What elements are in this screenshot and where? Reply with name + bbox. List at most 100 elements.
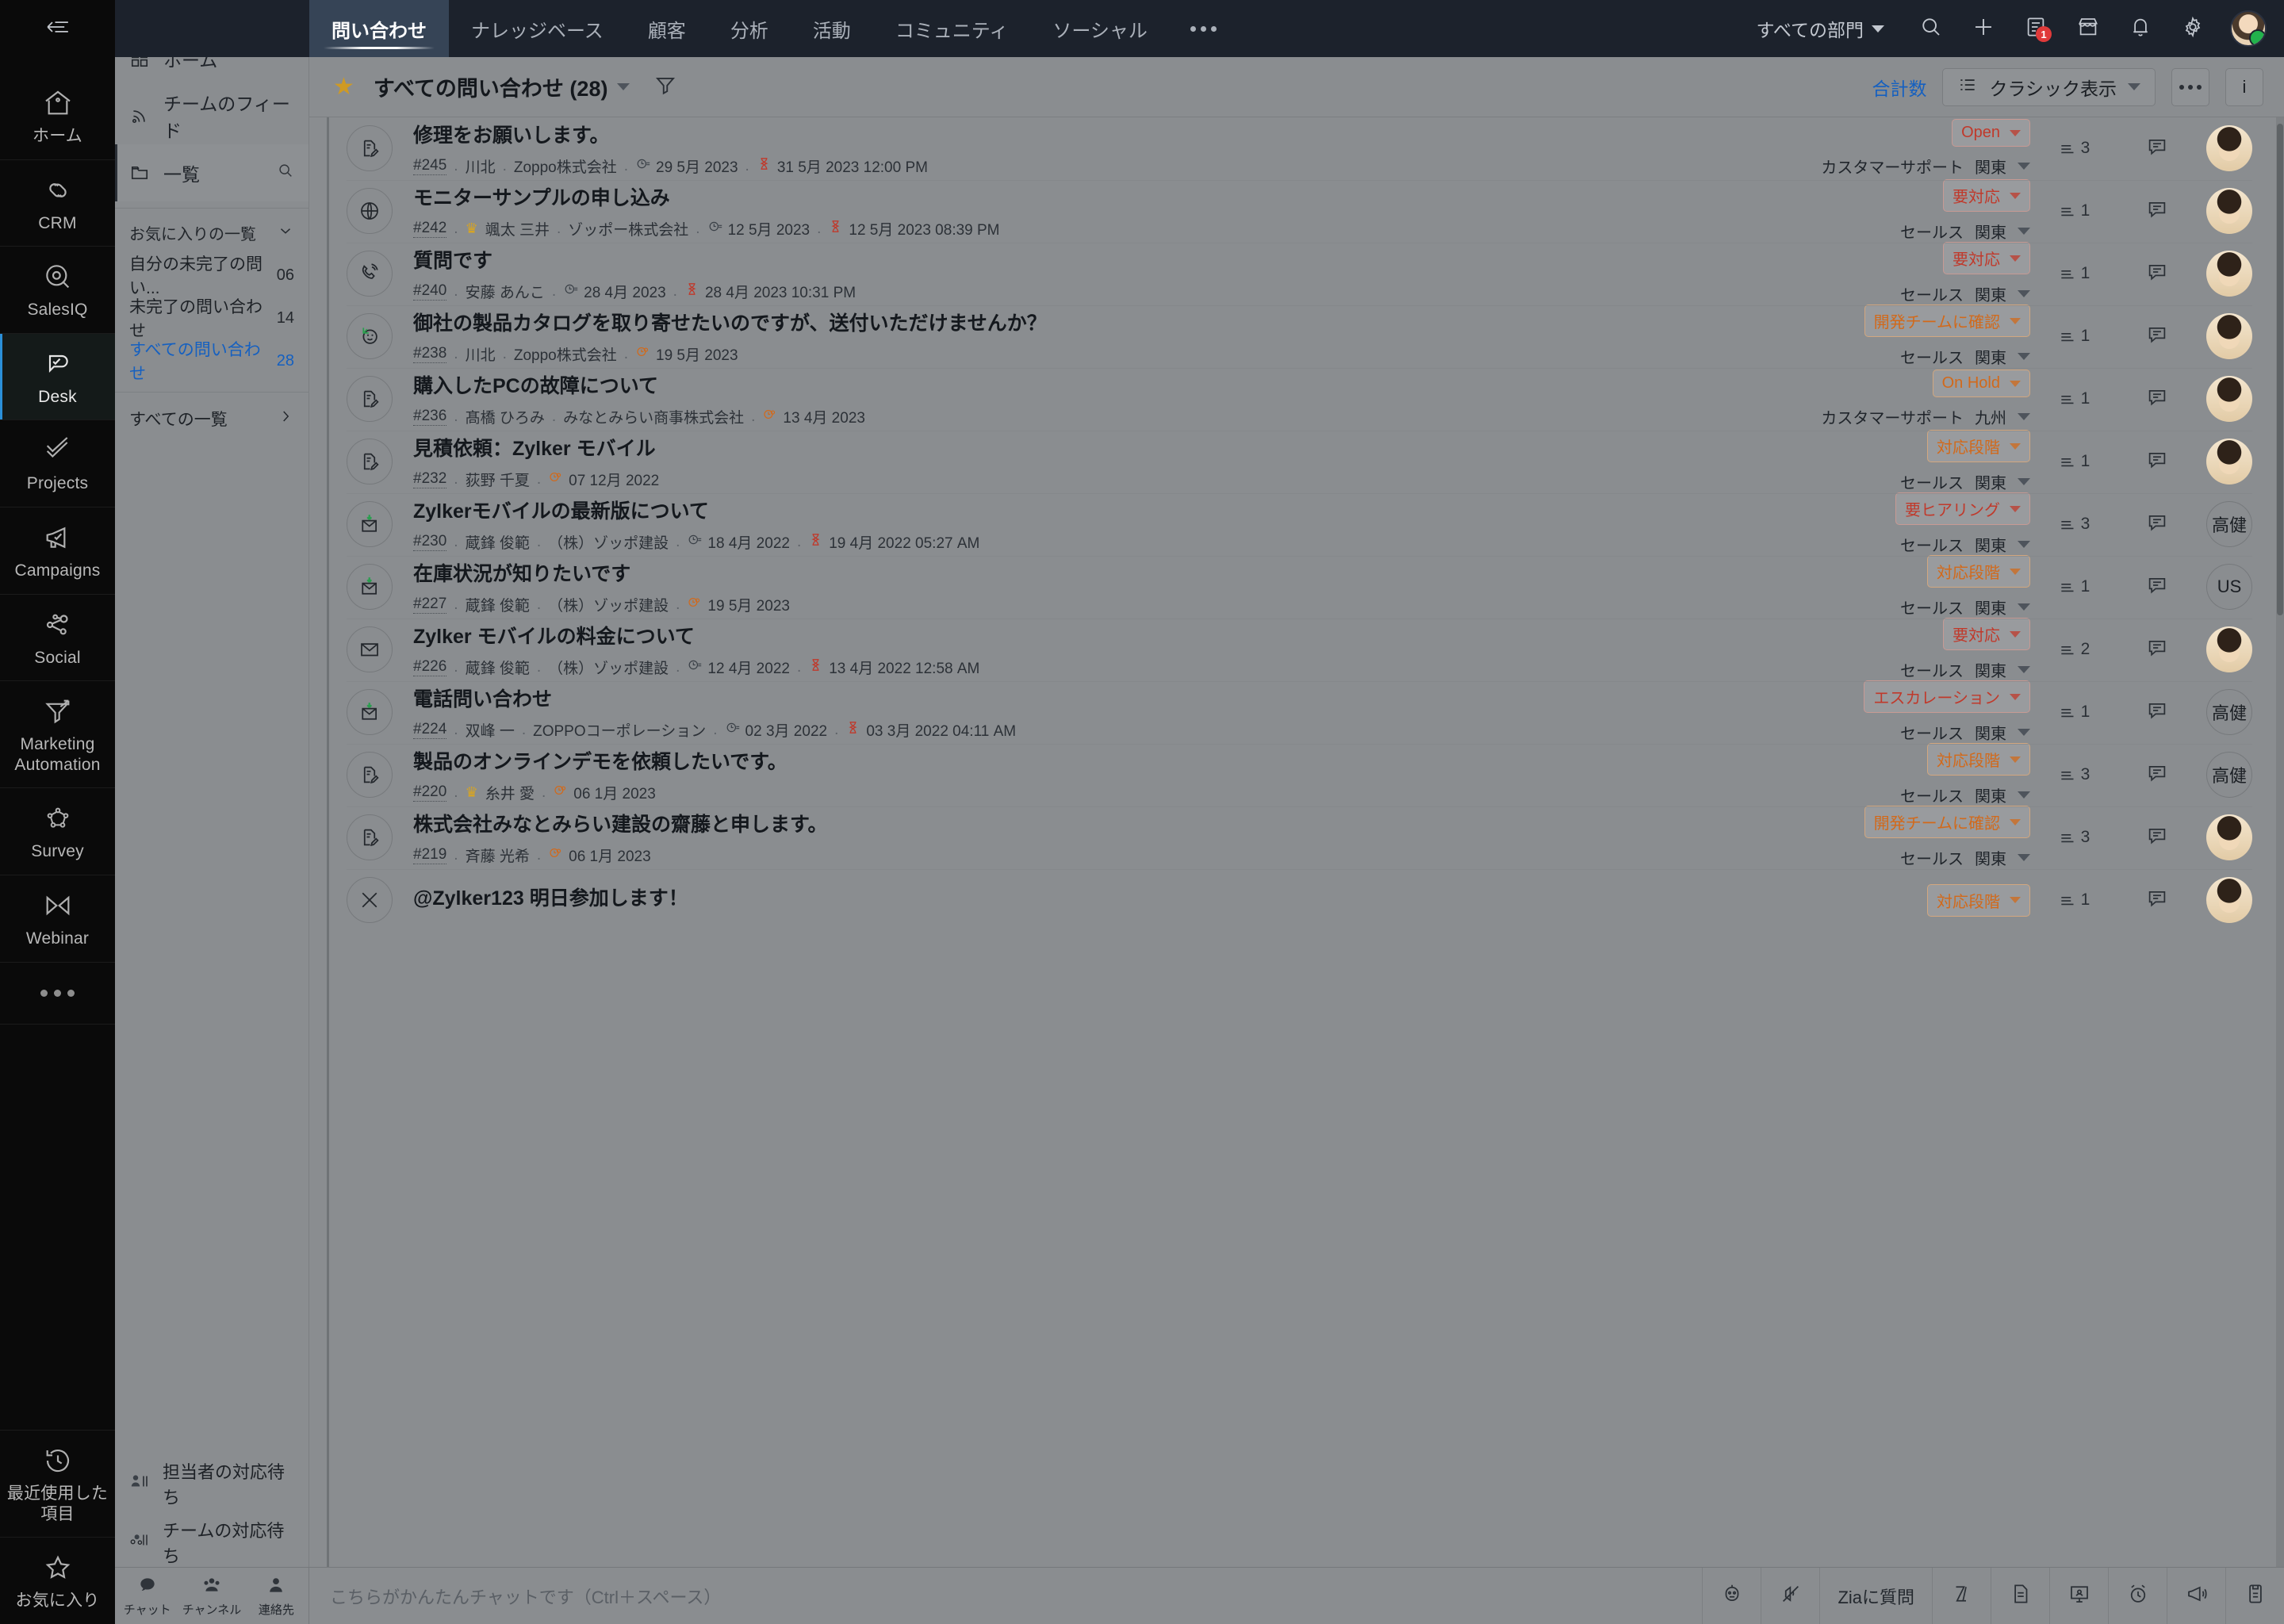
assignee-avatar[interactable] [2206, 125, 2252, 171]
table-row[interactable]: Zylker モバイルの料金について#226.蔵鋒 俊範.（株）ゾッポ建設.12… [329, 619, 2267, 681]
tab-analytics[interactable]: 分析 [708, 0, 791, 57]
table-row[interactable]: 御社の製品カタログを取り寄せたいのですが、送付いただけませんか？#238.川北.… [329, 305, 2267, 368]
department-assignment[interactable]: カスタマーサポート九州 [1821, 405, 2030, 428]
status-badge[interactable]: 要対応 [1943, 242, 2030, 274]
table-row[interactable]: 在庫状況が知りたいです#227.蔵鋒 俊範.（株）ゾッポ建設.19 5月 202… [329, 556, 2267, 619]
zia-logo-button[interactable] [1932, 1568, 1991, 1624]
thread-count[interactable]: 1 [2030, 263, 2117, 284]
assignee-avatar[interactable] [2206, 376, 2252, 422]
ticket-title[interactable]: 株式会社みなとみらい建設の齋藤と申します。 [413, 809, 1769, 837]
quick-chat-input[interactable]: こちらがかんたんチャットです（Ctrl＋スペース） [309, 1568, 1702, 1624]
star-filled-icon[interactable]: ★ [333, 73, 354, 101]
thread-count[interactable]: 1 [2030, 389, 2117, 409]
bot-button[interactable] [1702, 1568, 1761, 1624]
department-assignment[interactable]: セールス関東 [1900, 596, 2030, 619]
ticket-contact[interactable]: 双峰 一 [466, 719, 515, 741]
thread-count[interactable]: 1 [2030, 576, 2117, 597]
settings-button[interactable] [2168, 0, 2217, 57]
comment-button[interactable] [2117, 197, 2197, 225]
ticket-title[interactable]: 修理をお願いします。 [413, 120, 1769, 148]
ticket-id[interactable]: #238 [413, 345, 446, 363]
department-assignment[interactable]: セールス関東 [1900, 721, 2030, 744]
table-row[interactable]: 修理をお願いします。#245.川北.Zoppo株式会社.29 5月 2023.3… [329, 117, 2267, 180]
ticket-contact[interactable]: 髙橋 ひろみ [466, 406, 545, 427]
assignee-avatar[interactable] [2206, 313, 2252, 359]
ticket-id[interactable]: #232 [413, 470, 446, 488]
thread-count[interactable]: 1 [2030, 702, 2117, 722]
ticket-id[interactable]: #227 [413, 596, 446, 614]
view-mode-button[interactable]: クラシック表示 [1942, 68, 2156, 106]
rail-item-home[interactable]: ホーム [0, 73, 115, 160]
rail-item-salesiq[interactable]: SalesIQ [0, 247, 115, 334]
department-assignment[interactable]: セールス関東 [1900, 470, 2030, 493]
thread-count[interactable]: 2 [2030, 639, 2117, 660]
ticket-title[interactable]: Zylker モバイルの料金について [413, 621, 1769, 649]
nav-item-agent-waiting[interactable]: 担当者の対応待ち [115, 1454, 308, 1513]
assignee-avatar[interactable] [2206, 877, 2252, 923]
thread-count[interactable]: 3 [2030, 138, 2117, 159]
nav-item-team-feed[interactable]: チームのフィード [115, 87, 308, 144]
rail-item-crm[interactable]: CRM [0, 160, 115, 247]
thread-count[interactable]: 1 [2030, 890, 2117, 910]
table-row[interactable]: 株式会社みなとみらい建設の齋藤と申します。#219.斉藤 光希.06 1月 20… [329, 806, 2267, 869]
mute-button[interactable] [1761, 1568, 1819, 1624]
menu-toggle-button[interactable] [0, 0, 115, 57]
ticket-account[interactable]: みなとみらい商事株式会社 [563, 406, 744, 427]
view-item-my-open[interactable]: 自分の未完了の問い... 06 [115, 254, 308, 297]
tab-customers[interactable]: 顧客 [626, 0, 708, 57]
comment-button[interactable] [2117, 887, 2197, 914]
ticket-title[interactable]: Zylkerモバイルの最新版について [413, 496, 1769, 524]
comment-button[interactable] [2117, 636, 2197, 664]
filter-button[interactable] [653, 73, 677, 101]
ticket-title[interactable]: @Zylker123 明日参加します！ [413, 883, 1769, 911]
rail-item-survey[interactable]: Survey [0, 788, 115, 875]
table-row[interactable]: 質問です#240.安藤 あんこ.28 4月 2023.28 4月 2023 10… [329, 243, 2267, 305]
comment-button[interactable] [2117, 511, 2197, 538]
assignee-avatar[interactable] [2206, 188, 2252, 234]
ticket-contact[interactable]: 糸井 愛 [485, 782, 535, 803]
list-title[interactable]: すべての問い合わせ (28) [374, 71, 630, 102]
list-scrollbar[interactable] [2276, 117, 2284, 1624]
ticket-id[interactable]: #224 [413, 721, 446, 739]
total-count-link[interactable]: 合計数 [1872, 74, 1926, 101]
department-assignment[interactable]: セールス関東 [1900, 846, 2030, 869]
status-badge[interactable]: 要ヒアリング [1895, 492, 2030, 525]
comment-button[interactable] [2117, 260, 2197, 288]
chat-tab-channels[interactable]: チャンネル [179, 1568, 243, 1624]
ticket-id[interactable]: #230 [413, 533, 446, 551]
department-assignment[interactable]: セールス関東 [1900, 282, 2030, 305]
rail-item-favorites[interactable]: お気に入り [0, 1538, 115, 1624]
tasks-button[interactable]: 1 [2011, 0, 2060, 57]
ticket-account[interactable]: ZOPPOコーポレーション [533, 719, 706, 741]
assignee-avatar[interactable] [2206, 439, 2252, 485]
department-assignment[interactable]: セールス関東 [1900, 345, 2030, 368]
view-item-all[interactable]: すべての問い合わせ 28 [115, 339, 308, 382]
chat-tab-chat[interactable]: チャット [115, 1568, 179, 1624]
ask-zia-button[interactable]: Ziaに質問 [1819, 1568, 1932, 1624]
comment-button[interactable] [2117, 385, 2197, 413]
notifications-button[interactable] [2116, 0, 2165, 57]
tab-tickets[interactable]: 問い合わせ [309, 0, 449, 57]
rail-item-campaigns[interactable]: Campaigns [0, 508, 115, 595]
rail-more-button[interactable] [0, 963, 115, 1025]
all-views-link[interactable]: すべての一覧 [115, 392, 308, 444]
ticket-contact[interactable]: 川北 [466, 343, 496, 365]
comment-button[interactable] [2117, 323, 2197, 350]
status-badge[interactable]: On Hold [1933, 370, 2030, 397]
ticket-contact[interactable]: 安藤 あんこ [466, 281, 545, 302]
rail-item-desk[interactable]: Desk [0, 334, 115, 421]
table-row[interactable]: 電話問い合わせ#224.双峰 一.ZOPPOコーポレーション.02 3月 202… [329, 681, 2267, 744]
more-options-button[interactable] [2171, 68, 2209, 106]
ticket-account[interactable]: （株）ゾッポ建設 [548, 531, 669, 553]
status-badge[interactable]: 要対応 [1943, 618, 2030, 650]
ticket-account[interactable]: Zoppo株式会社 [514, 343, 617, 365]
ticket-account[interactable]: Zoppo株式会社 [514, 155, 617, 177]
comment-button[interactable] [2117, 135, 2197, 163]
status-badge[interactable]: Open [1952, 119, 2030, 147]
view-item-open[interactable]: 未完了の問い合わせ 14 [115, 297, 308, 339]
thread-count[interactable]: 3 [2030, 514, 2117, 534]
ticket-contact[interactable]: 蔵鋒 俊範 [466, 531, 530, 553]
ticket-title[interactable]: 御社の製品カタログを取り寄せたいのですが、送付いただけませんか？ [413, 308, 1769, 336]
status-badge[interactable]: 対応段階 [1927, 743, 2030, 776]
ticket-id[interactable]: #245 [413, 157, 446, 175]
